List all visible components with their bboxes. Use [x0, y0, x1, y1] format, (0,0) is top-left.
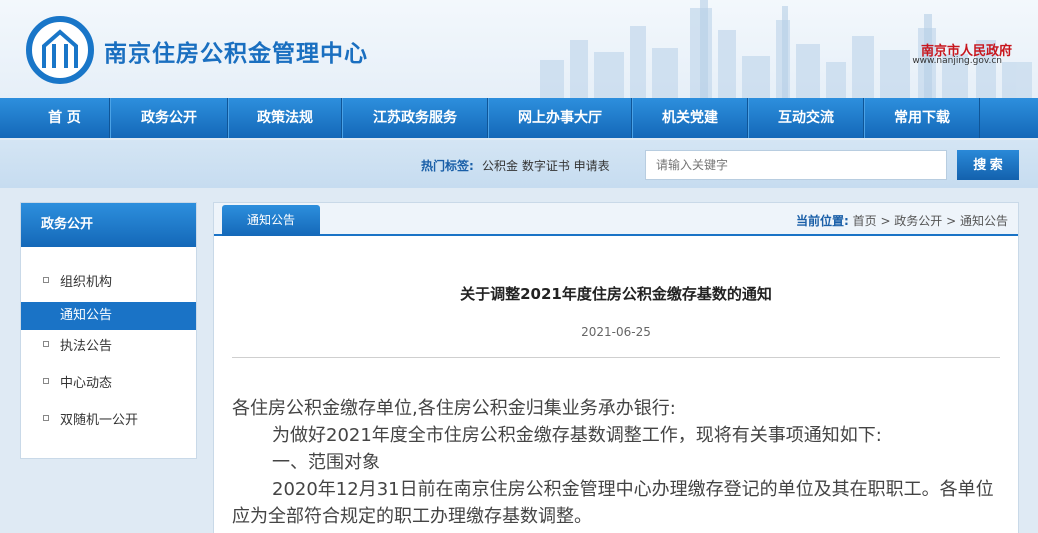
article-paragraph: 各住房公积金缴存单位,各住房公积金归集业务承办银行: — [232, 398, 676, 419]
hot-tags[interactable]: 公积金 数字证书 申请表 — [482, 157, 610, 174]
logo-building-icon — [42, 29, 78, 68]
nav-item-policy[interactable]: 政策法规 — [228, 98, 342, 138]
bullet-icon — [43, 378, 49, 384]
sidebar-item-enforcement[interactable]: 执法公告 — [21, 335, 196, 354]
sidebar-title: 政务公开 — [21, 203, 196, 247]
search-input[interactable] — [645, 150, 947, 180]
site-header: 南京住房公积金管理中心 南京市人民政府 www.nanjing.gov.cn — [0, 0, 1038, 98]
site-title[interactable]: 南京住房公积金管理中心 — [104, 34, 368, 68]
content-header: 通知公告 当前位置: 首页 > 政务公开 > 通知公告 — [214, 203, 1018, 236]
nav-item-jiangsu-services[interactable]: 江苏政务服务 — [342, 98, 488, 138]
hot-tags-label: 热门标签: — [421, 159, 474, 173]
article-body: 各住房公积金缴存单位,各住房公积金归集业务承办银行: 为做好2021年度全市住房… — [232, 395, 1002, 530]
sidebar-item-notices[interactable]: 通知公告 — [21, 302, 196, 330]
breadcrumb-prefix: 当前位置: — [795, 214, 849, 228]
bullet-icon — [43, 277, 49, 283]
content-panel: 通知公告 当前位置: 首页 > 政务公开 > 通知公告 关于调整2021年度住房… — [213, 202, 1019, 533]
bullet-icon — [43, 415, 49, 421]
sidebar: 政务公开 组织机构 通知公告 执法公告 中心动态 双随机一公开 — [20, 202, 197, 459]
sidebar-item-random-inspection[interactable]: 双随机一公开 — [21, 409, 196, 428]
bullet-icon — [43, 341, 49, 347]
sidebar-item-label: 组织机构 — [60, 275, 113, 290]
breadcrumb: 当前位置: 首页 > 政务公开 > 通知公告 — [796, 212, 1008, 229]
site-logo[interactable] — [26, 16, 94, 84]
sidebar-item-label: 双随机一公开 — [60, 413, 139, 428]
nav-item-downloads[interactable]: 常用下载 — [864, 98, 980, 138]
article-title: 关于调整2021年度住房公积金缴存基数的通知 — [460, 285, 772, 303]
sidebar-item-label: 中心动态 — [60, 376, 113, 391]
article-paragraph: 一、范围对象 — [272, 452, 380, 473]
nav-item-home[interactable]: 首 页 — [20, 98, 110, 138]
sidebar-item-label: 执法公告 — [60, 339, 113, 354]
article-date: 2021-06-25 — [581, 325, 651, 339]
sidebar-item-news[interactable]: 中心动态 — [21, 372, 196, 391]
nav-item-gov-affairs[interactable]: 政务公开 — [110, 98, 228, 138]
sidebar-item-organization[interactable]: 组织机构 — [21, 271, 196, 290]
main-nav: 首 页 政务公开 政策法规 江苏政务服务 网上办事大厅 机关党建 互动交流 常用… — [0, 98, 1038, 138]
sidebar-item-label: 通知公告 — [60, 308, 113, 323]
title-divider — [232, 357, 1000, 358]
gov-url: www.nanjing.gov.cn — [912, 56, 1002, 66]
nav-item-online-hall[interactable]: 网上办事大厅 — [488, 98, 632, 138]
nav-item-interaction[interactable]: 互动交流 — [748, 98, 864, 138]
breadcrumb-path[interactable]: 首页 > 政务公开 > 通知公告 — [853, 214, 1008, 228]
search-bar: 热门标签: 公积金 数字证书 申请表 搜 索 — [0, 140, 1038, 188]
tab-notices[interactable]: 通知公告 — [222, 205, 320, 236]
nav-item-party[interactable]: 机关党建 — [632, 98, 748, 138]
article-paragraph: 2020年12月31日前在南京住房公积金管理中心办理缴存登记的单位及其在职职工。… — [232, 479, 994, 527]
sidebar-list: 组织机构 通知公告 执法公告 中心动态 双随机一公开 — [21, 247, 196, 458]
article-paragraph: 为做好2021年度全市住房公积金缴存基数调整工作，现将有关事项通知如下: — [272, 425, 882, 446]
search-button[interactable]: 搜 索 — [957, 150, 1019, 180]
